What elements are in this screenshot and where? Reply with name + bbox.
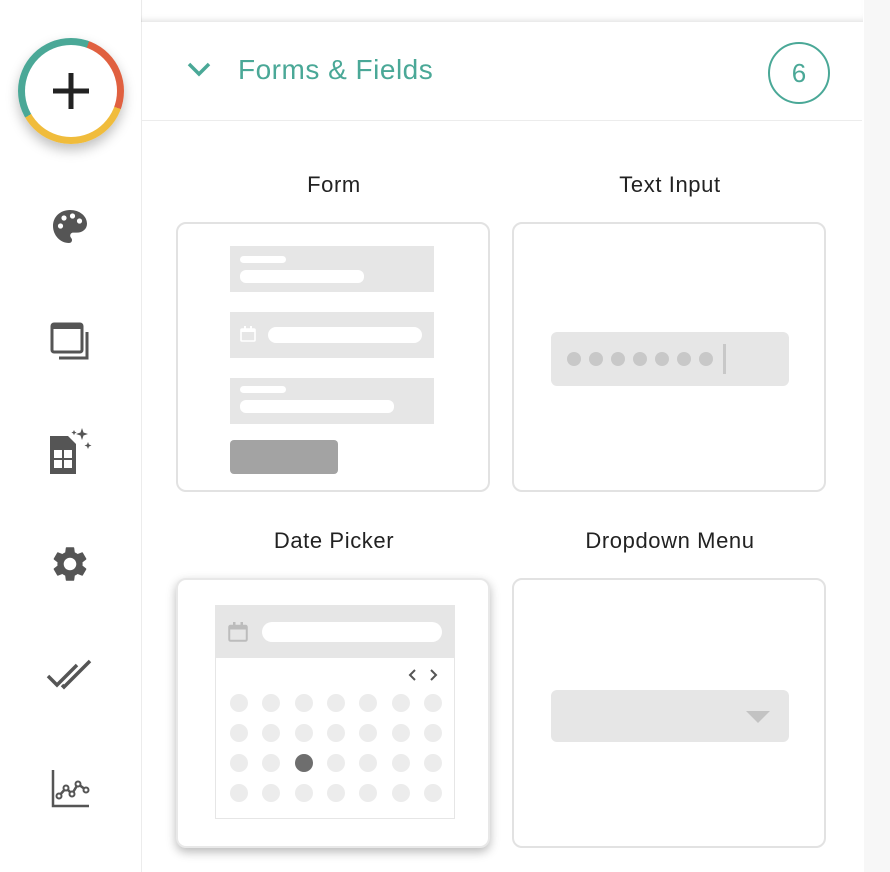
calendar-day: [262, 784, 281, 802]
count-badge: 6: [768, 42, 830, 104]
calendar-selected-day: [294, 754, 313, 772]
calendar-day: [262, 694, 281, 712]
card-label-date-picker: Date Picker: [273, 528, 395, 553]
calendar-icon: [228, 622, 248, 642]
layers-button[interactable]: [46, 318, 94, 366]
review-button[interactable]: [46, 652, 94, 700]
text-input-preview: [551, 332, 789, 386]
double-check-icon: [46, 659, 92, 690]
calendar-day: [230, 724, 248, 742]
magic-table-button[interactable]: [46, 428, 94, 476]
dropdown-preview: [551, 690, 789, 742]
date-picker-card[interactable]: [176, 578, 490, 848]
card-label-text-input: Text Input: [619, 172, 721, 197]
section-title: Forms & Fields: [238, 54, 434, 85]
card-label-dropdown-menu: Dropdown Menu: [585, 528, 755, 553]
calendar-day: [262, 754, 281, 772]
calendar-day: [326, 754, 345, 772]
calendar-day: [423, 694, 442, 712]
calendar-day: [391, 754, 410, 772]
calendar-day: [230, 784, 248, 802]
calendar-day: [391, 694, 410, 712]
calendar-day: [423, 724, 442, 742]
calendar-day: [359, 784, 378, 802]
palette-icon: [53, 210, 87, 243]
calendar-day: [294, 724, 313, 742]
calendar-day: [359, 724, 378, 742]
panel-scroll-gutter: [864, 0, 890, 872]
analytics-button[interactable]: [46, 764, 94, 812]
calendar-day: [262, 724, 281, 742]
form-submit-preview: [230, 440, 338, 474]
card-label-form: Form: [307, 172, 361, 197]
calendar-day: [391, 724, 410, 742]
magic-table-icon: [50, 428, 92, 474]
calendar-day: [230, 754, 248, 772]
text-cursor: [723, 344, 726, 374]
calendar-day: [391, 784, 410, 802]
chevron-down-icon[interactable]: [186, 60, 212, 78]
calendar-day: [294, 694, 313, 712]
dropdown-menu-card[interactable]: [512, 578, 826, 848]
calendar-day: [326, 724, 345, 742]
calendar-day: [423, 784, 442, 802]
calendar-day: [326, 784, 345, 802]
form-date-field-preview: [230, 312, 434, 358]
line-chart-icon: [51, 770, 90, 808]
calendar-day: [326, 694, 345, 712]
form-card[interactable]: [176, 222, 490, 492]
settings-button[interactable]: [46, 540, 94, 588]
calendar-day: [230, 694, 248, 712]
chevron-right-icon: [430, 669, 438, 681]
add-button[interactable]: [18, 38, 124, 144]
layers-icon: [50, 322, 89, 360]
settings-icon: [53, 547, 87, 581]
caret-down-icon: [746, 711, 770, 723]
calendar-day: [294, 784, 313, 802]
calendar-preview: [215, 605, 455, 819]
calendar-day: [359, 694, 378, 712]
form-field-preview: [230, 246, 434, 292]
text-input-card[interactable]: [512, 222, 826, 492]
add-icon: [53, 73, 89, 109]
panel-top-edge: [141, 0, 863, 22]
form-field-preview-2: [230, 378, 434, 424]
chevron-left-icon: [408, 669, 416, 681]
calendar-day: [423, 754, 442, 772]
calendar-icon: [240, 326, 256, 342]
calendar-day: [359, 754, 378, 772]
calendar-header-preview: [216, 606, 454, 658]
theme-button[interactable]: [46, 203, 94, 251]
